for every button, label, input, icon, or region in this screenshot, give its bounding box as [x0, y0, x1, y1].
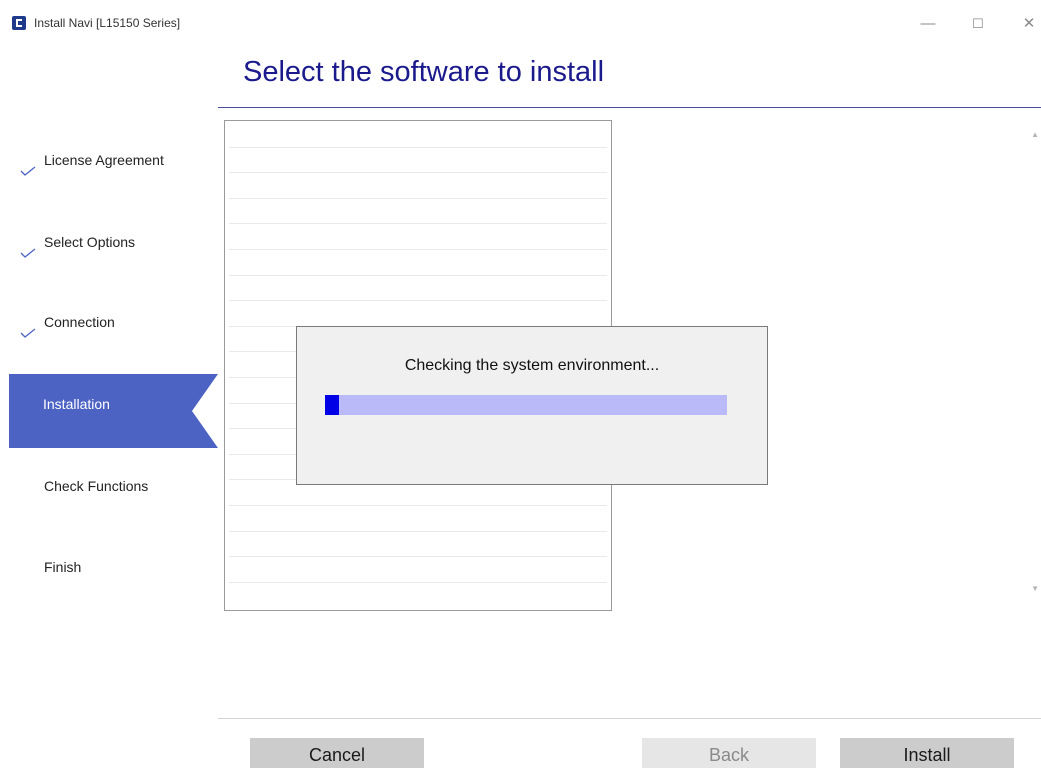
list-row-divider [229, 505, 607, 506]
scroll-down-arrow-icon[interactable]: ▼ [1031, 584, 1039, 593]
list-row-divider [229, 172, 607, 174]
step-label: Finish [44, 559, 82, 575]
step-label: Installation [43, 396, 110, 412]
step-label: Connection [44, 314, 115, 330]
progress-bar [325, 395, 727, 415]
list-row-divider [229, 146, 607, 148]
checkmark-icon [20, 166, 36, 176]
step-installation-active: Installation [9, 374, 218, 448]
window-title: Install Navi [L15150 Series] [34, 16, 181, 30]
page-title: Select the software to install [243, 56, 605, 88]
step-finish: Finish [0, 530, 218, 604]
active-step-pointer [192, 374, 218, 448]
step-label: Select Options [44, 234, 136, 250]
step-connection: Connection [0, 286, 218, 360]
epson-app-icon [12, 16, 26, 30]
step-label: Check Functions [44, 478, 149, 494]
list-row-divider [229, 197, 607, 199]
title-bar: Install Navi [L15150 Series] — ☐ ✕ [0, 0, 1041, 40]
list-row-divider [229, 249, 607, 250]
minimize-icon[interactable]: — [918, 14, 938, 34]
list-row-divider [229, 581, 607, 583]
step-license-agreement: License Agreement [0, 124, 218, 198]
close-icon[interactable]: ✕ [1019, 14, 1039, 34]
heading-divider [218, 107, 1041, 108]
step-check-functions: Check Functions [0, 448, 218, 522]
list-row-divider [229, 556, 607, 558]
step-select-options: Select Options [0, 206, 218, 280]
footer-divider [218, 718, 1041, 719]
maximize-icon[interactable]: ☐ [968, 14, 988, 34]
progress-bar-fill [325, 395, 340, 415]
list-row-divider [229, 530, 607, 532]
scroll-up-arrow-icon[interactable]: ▲ [1031, 130, 1039, 139]
checkmark-icon [20, 328, 36, 338]
progress-dialog: Checking the system environment... [296, 326, 768, 485]
list-row-divider [229, 274, 607, 276]
list-row-divider [229, 223, 607, 225]
step-label: License Agreement [44, 152, 164, 168]
progress-message: Checking the system environment... [404, 357, 660, 374]
checkmark-icon [20, 248, 36, 258]
list-row-divider [229, 300, 607, 302]
